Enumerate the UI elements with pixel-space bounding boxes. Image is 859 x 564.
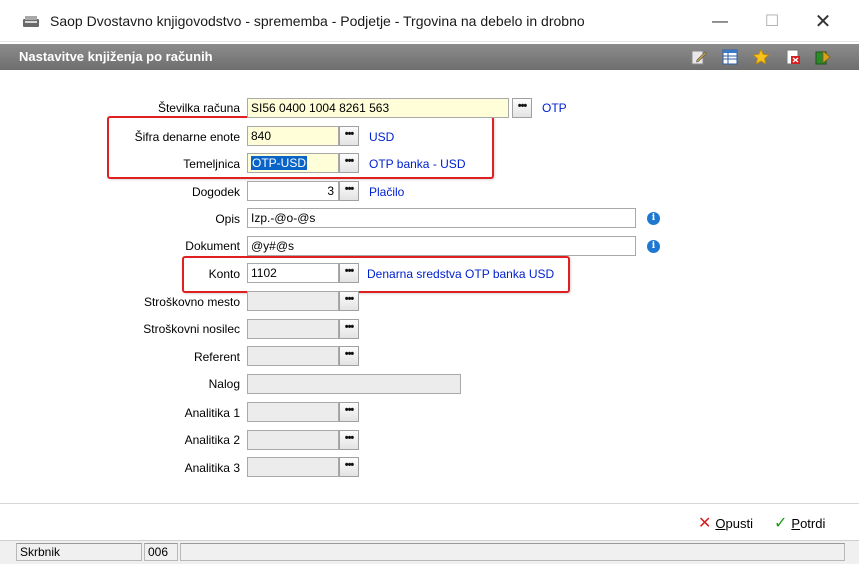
analytics3-label: Analitika 3	[184, 461, 240, 475]
account-number-label: Številka računa	[157, 101, 240, 115]
cost-carrier-field[interactable]	[247, 319, 339, 339]
currency-code-label: Šifra denarne enote	[134, 130, 240, 144]
form-header: Nastavitve knjiženja po računih	[0, 44, 859, 70]
confirm-button[interactable]: ✓ Potrdi	[774, 512, 825, 534]
analytics2-field[interactable]	[247, 430, 339, 450]
journal-label: Temeljnica	[183, 157, 240, 171]
title-bar: Saop Dvostavno knjigovodstvo - sprememba…	[0, 0, 859, 42]
status-user: Skrbnik	[16, 543, 142, 561]
edit-icon[interactable]	[690, 48, 708, 66]
account-lookup-button[interactable]: •••	[339, 263, 359, 283]
confirm-label: Potrdi	[791, 515, 826, 531]
maximize-button[interactable]: ☐	[757, 10, 787, 34]
account-number-field[interactable]: SI56 0400 1004 8261 563	[247, 98, 509, 118]
event-lookup-button[interactable]: •••	[339, 181, 359, 201]
export-icon[interactable]	[784, 48, 802, 66]
app-icon	[23, 16, 39, 27]
status-code: 006	[144, 543, 178, 561]
document-field[interactable]: @y#@s	[247, 236, 636, 256]
event-label: Dogodek	[191, 185, 240, 199]
document-label: Dokument	[185, 239, 240, 253]
event-field[interactable]: 3	[247, 181, 339, 201]
analytics2-lookup-button[interactable]: •••	[339, 430, 359, 450]
analytics2-label: Analitika 2	[184, 433, 240, 447]
analytics1-lookup-button[interactable]: •••	[339, 402, 359, 422]
account-number-lookup-button[interactable]: •••	[512, 98, 532, 118]
close-button[interactable]: ✕	[808, 10, 838, 34]
description-field[interactable]: Izp.-@o-@s	[247, 208, 636, 228]
star-icon[interactable]	[752, 48, 770, 66]
referent-lookup-button[interactable]: •••	[339, 346, 359, 366]
table-icon[interactable]	[721, 48, 739, 66]
currency-code-field[interactable]: 840	[247, 126, 339, 146]
bottom-separator	[0, 503, 859, 504]
description-label: Opis	[215, 212, 240, 226]
run-icon[interactable]	[814, 48, 832, 66]
journal-value: OTP-USD	[251, 156, 307, 170]
referent-label: Referent	[193, 350, 240, 364]
cost-carrier-label: Stroškovni nosilec	[143, 322, 240, 336]
account-description: Denarna sredstva OTP banka USD	[367, 267, 555, 281]
analytics1-label: Analitika 1	[184, 406, 240, 420]
cancel-icon: ✕	[698, 515, 712, 532]
order-label: Nalog	[208, 377, 240, 391]
confirm-icon: ✓	[774, 515, 788, 532]
journal-lookup-button[interactable]: •••	[339, 153, 359, 173]
analytics1-field[interactable]	[247, 402, 339, 422]
form-title: Nastavitve knjiženja po računih	[19, 49, 213, 64]
document-info-icon[interactable]: i	[647, 240, 660, 253]
order-field	[247, 374, 461, 394]
event-description: Plačilo	[369, 185, 405, 199]
analytics3-field[interactable]	[247, 457, 339, 477]
window-title: Saop Dvostavno knjigovodstvo - sprememba…	[50, 13, 585, 29]
cancel-button[interactable]: ✕ Opusti	[698, 512, 753, 534]
cost-center-label: Stroškovno mesto	[143, 295, 240, 309]
account-field[interactable]: 1102	[247, 263, 339, 283]
account-label: Konto	[208, 267, 240, 281]
minimize-button[interactable]: —	[705, 10, 735, 34]
referent-field[interactable]	[247, 346, 339, 366]
currency-code-lookup-button[interactable]: •••	[339, 126, 359, 146]
status-message	[180, 543, 845, 561]
status-bar: Skrbnik 006	[0, 540, 859, 564]
cost-carrier-lookup-button[interactable]: •••	[339, 319, 359, 339]
cost-center-field[interactable]	[247, 291, 339, 311]
cost-center-lookup-button[interactable]: •••	[339, 291, 359, 311]
cancel-label: Opusti	[715, 515, 753, 531]
analytics3-lookup-button[interactable]: •••	[339, 457, 359, 477]
account-number-description: OTP	[542, 101, 567, 115]
currency-code-description: USD	[369, 130, 395, 144]
description-info-icon[interactable]: i	[647, 212, 660, 225]
journal-description: OTP banka - USD	[369, 157, 466, 171]
journal-field[interactable]: OTP-USD	[247, 153, 339, 173]
